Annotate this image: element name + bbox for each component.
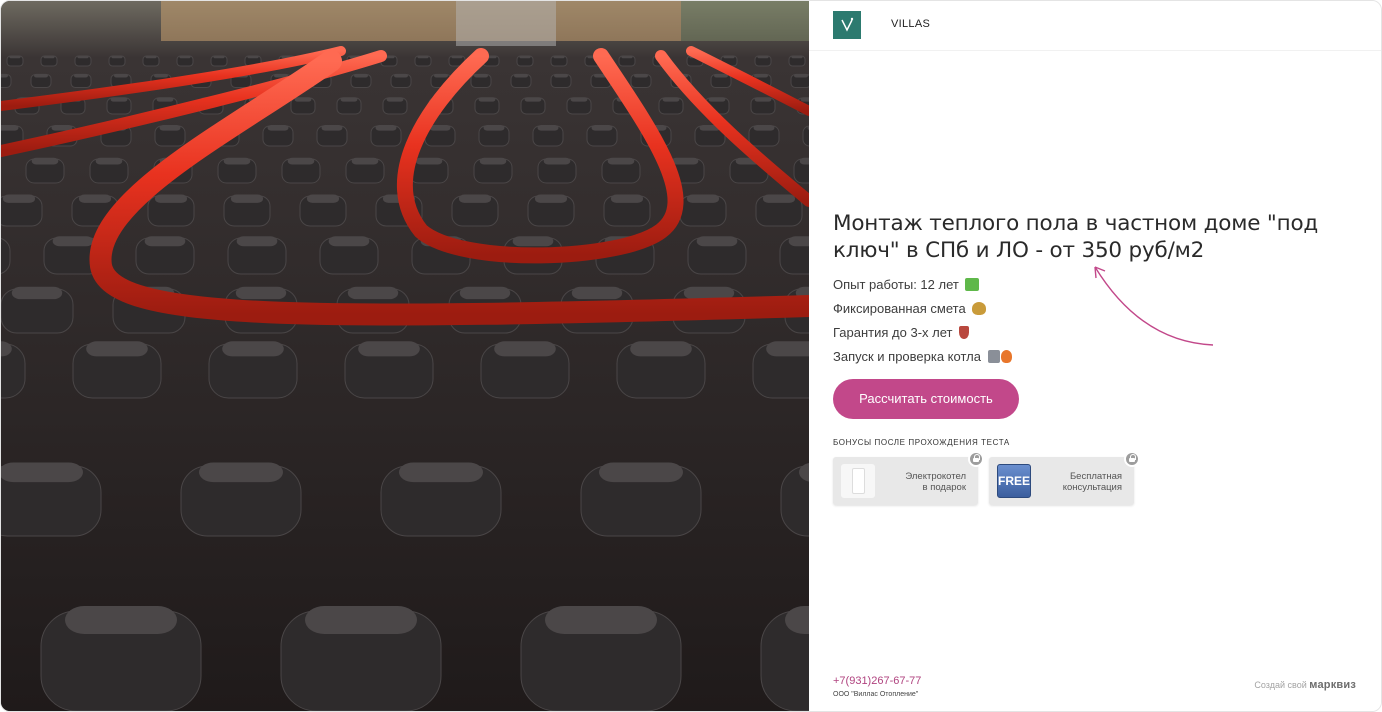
feature-text: Опыт работы: 12 лет xyxy=(833,277,959,292)
feature-item: Фиксированная смета xyxy=(833,301,1012,325)
bonus-line: в подарок xyxy=(922,482,966,493)
feature-text: Запуск и проверка котла xyxy=(833,349,981,364)
hero-photo xyxy=(1,1,809,711)
bonus-text: Электрокотел в подарок xyxy=(876,471,966,493)
wrench-emoji-icon xyxy=(987,350,1000,363)
feature-item: Опыт работы: 12 лет xyxy=(833,277,1012,301)
quiz-intro-panel: VILLAS Монтаж теплого пола в частном дом… xyxy=(809,1,1381,711)
credit-prefix: Создай свой xyxy=(1254,680,1307,690)
free-badge-icon: FREE xyxy=(997,464,1031,498)
bonus-card-boiler: Электрокотел в подарок xyxy=(833,451,984,505)
feature-text: Фиксированная смета xyxy=(833,301,966,316)
page-title: Монтаж теплого пола в частном доме "под … xyxy=(833,211,1319,263)
underfloor-heating-image xyxy=(1,1,809,711)
bonus-line: Бесплатная xyxy=(1069,471,1122,482)
money-bag-emoji-icon xyxy=(972,302,987,315)
shield-emoji-icon xyxy=(959,326,970,339)
header-bar: VILLAS xyxy=(809,1,1381,51)
bonuses-label: БОНУСЫ ПОСЛЕ ПРОХОЖДЕНИЯ ТЕСТА xyxy=(833,438,1010,447)
phone-link[interactable]: +7(931)267-67-77 xyxy=(833,675,921,687)
decorative-arrow-icon xyxy=(1094,266,1214,346)
lock-icon xyxy=(1124,451,1140,467)
feature-item: Запуск и проверка котла xyxy=(833,349,1012,373)
villas-logo-icon xyxy=(833,11,861,39)
bonus-card-consultation: FREE Бесплатная консультация xyxy=(989,451,1140,505)
feature-text: Гарантия до 3-х лет xyxy=(833,325,953,340)
bonus-line: консультация xyxy=(1062,482,1122,493)
marquiz-credit-link[interactable]: Создай свой марквиз xyxy=(1254,679,1356,691)
brand-name: VILLAS xyxy=(891,18,931,30)
electric-boiler-icon xyxy=(841,464,875,498)
feature-item: Гарантия до 3-х лет xyxy=(833,325,1012,349)
calculate-cost-button[interactable]: Рассчитать стоимость xyxy=(833,379,1019,419)
credit-brand: марквиз xyxy=(1309,679,1356,691)
fire-emoji-icon xyxy=(1000,350,1012,363)
bonus-line: Электрокотел xyxy=(905,471,966,482)
feature-list: Опыт работы: 12 лет Фиксированная смета … xyxy=(833,277,1012,373)
company-name: ООО "Виллас Отопление" xyxy=(833,691,919,698)
lock-icon xyxy=(968,451,984,467)
quiz-start-page: VILLAS Монтаж теплого пола в частном дом… xyxy=(0,0,1382,712)
check-mark-emoji-icon xyxy=(965,278,980,291)
bonus-text: Бесплатная консультация xyxy=(1032,471,1122,493)
